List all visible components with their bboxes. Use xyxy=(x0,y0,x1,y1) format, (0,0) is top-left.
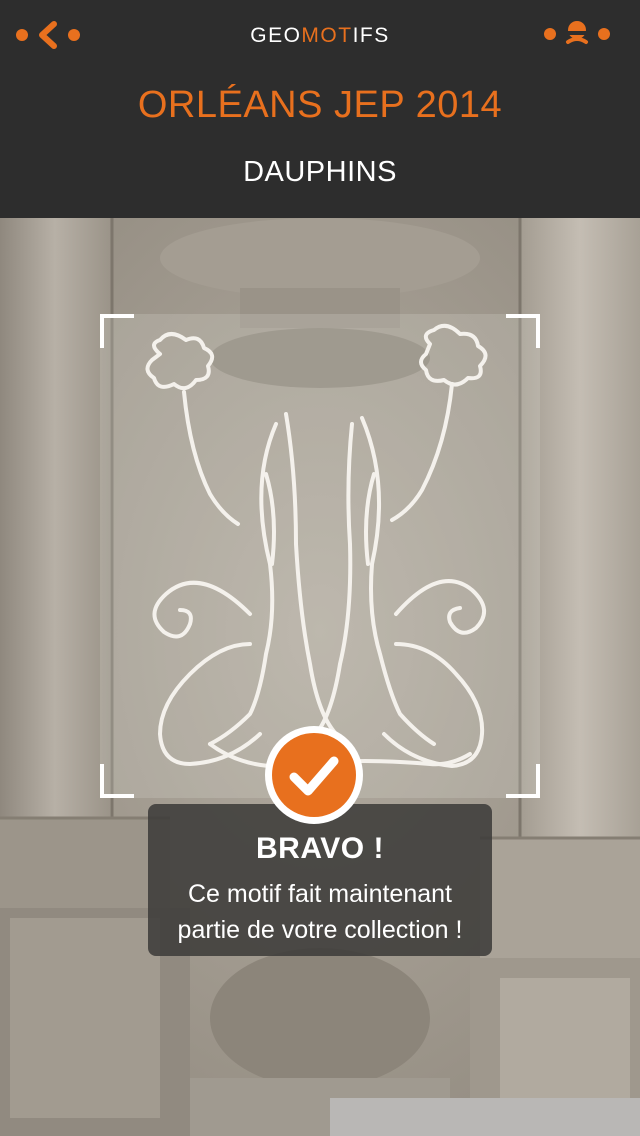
motif-name: DAUPHINS xyxy=(243,156,397,188)
success-message-card: BRAVO ! Ce motif fait maintenant partie … xyxy=(148,804,492,956)
logo-accent: MOT xyxy=(301,24,353,47)
success-message-line-2: partie de votre collection ! xyxy=(177,916,463,944)
top-bar: GEOMOTIFS xyxy=(0,0,640,72)
success-title: BRAVO ! xyxy=(256,832,384,865)
header: GEOMOTIFS ORLÉANS JEP 2014 DAUPHINS xyxy=(0,0,640,218)
event-title: ORLÉANS JEP 2014 xyxy=(137,84,503,126)
orange-menu-icon xyxy=(544,21,610,44)
logo-prefix: GEO xyxy=(250,24,302,47)
checkmark-icon xyxy=(272,733,356,817)
success-message-line-1: Ce motif fait maintenant xyxy=(187,880,452,908)
success-check-badge xyxy=(265,726,363,824)
logo-suffix: IFS xyxy=(352,24,390,47)
success-message: Ce motif fait maintenant partie de votre… xyxy=(148,876,492,948)
menu-button[interactable] xyxy=(542,16,626,52)
